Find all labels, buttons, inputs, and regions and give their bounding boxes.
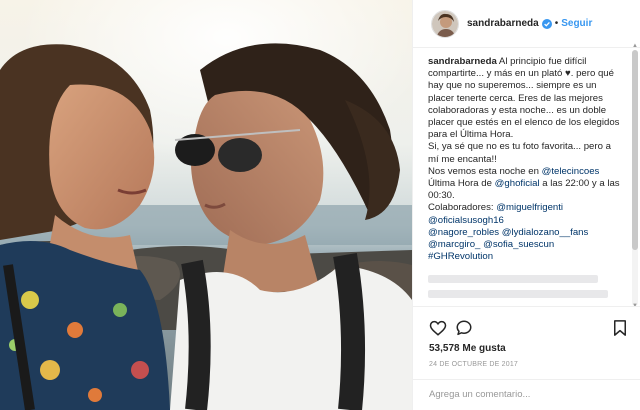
action-icons-row <box>429 319 629 339</box>
mention-telecincoes[interactable]: @telecincoes <box>542 166 600 177</box>
blurred-comment-line <box>428 290 608 299</box>
post-sidebar: sandrabarneda • Seguir sandrabarneda Al … <box>412 0 640 410</box>
mention-ghoficial[interactable]: @ghoficial <box>495 178 540 189</box>
follow-button[interactable]: Seguir <box>561 18 592 29</box>
caption-text-4: Última Hora de <box>428 178 495 190</box>
comment-input[interactable] <box>429 387 629 401</box>
comment-box <box>413 379 640 407</box>
mention-miguelfrigenti[interactable]: @miguelfrigenti <box>496 202 563 213</box>
mention-nagore-robles[interactable]: @nagore_robles <box>428 227 499 238</box>
caption-paragraph-9: #GHRevolution <box>428 251 624 263</box>
caption-paragraph-6: @oficialsusogh16 <box>428 215 624 227</box>
post-photo[interactable] <box>0 0 412 410</box>
caption-paragraph-5: Colaboradores: @miguelfrigenti <box>428 202 624 214</box>
scrollbar-thumb[interactable] <box>632 50 638 250</box>
author-username[interactable]: sandrabarneda <box>467 18 539 29</box>
collaborators-label: Colaboradores: <box>428 202 497 214</box>
mention-sofia-suescun[interactable]: @sofia_suescun <box>483 239 554 250</box>
avatar[interactable] <box>431 9 459 38</box>
blurred-comment-line <box>428 275 598 284</box>
post-photo-image <box>0 0 412 410</box>
post-date: 24 DE OCTUBRE DE 2017 <box>429 361 519 368</box>
hashtag-ghrevolution[interactable]: #GHRevolution <box>428 251 493 262</box>
post-caption: sandrabarneda Al principio fue difícil c… <box>428 56 624 299</box>
likes-count[interactable]: 53,578 Me gusta <box>429 343 506 354</box>
scroll-up-arrow[interactable]: ▲ <box>632 43 638 49</box>
caption-username[interactable]: sandrabarneda <box>428 56 497 67</box>
caption-paragraph-8: @marcgiro_ @sofia_suescun <box>428 239 624 251</box>
caption-area[interactable]: sandrabarneda Al principio fue difícil c… <box>413 48 640 306</box>
mention-oficialsusogh16[interactable]: @oficialsusogh16 <box>428 215 504 226</box>
mention-lydialozano-fans[interactable]: @lydialozano__fans <box>502 227 589 238</box>
speech-bubble-icon[interactable] <box>455 319 473 337</box>
caption-paragraph-3: Nos vemos esta noche en @telecincoes <box>428 166 624 178</box>
caption-paragraph-4: Última Hora de @ghoficial a las 22:00 y … <box>428 178 624 202</box>
caption-paragraph-7: @nagore_robles @lydialozano__fans <box>428 227 624 239</box>
bookmark-outline-icon[interactable] <box>611 319 629 337</box>
post-actions: 53,578 Me gusta 24 DE OCTUBRE DE 2017 <box>413 306 640 406</box>
heart-outline-icon[interactable] <box>429 319 447 337</box>
caption-paragraph-1: sandrabarneda Al principio fue difícil c… <box>428 56 624 141</box>
caption-paragraph-2: Si, ya sé que no es tu foto favorita... … <box>428 141 611 165</box>
mention-marcgiro[interactable]: @marcgiro_ <box>428 239 480 250</box>
header-separator: • <box>554 18 559 29</box>
caption-text-3: Nos vemos esta noche en <box>428 165 542 177</box>
verified-badge-icon <box>541 18 552 29</box>
caption-scrollbar[interactable] <box>632 50 638 306</box>
post-header: sandrabarneda • Seguir <box>413 0 640 48</box>
